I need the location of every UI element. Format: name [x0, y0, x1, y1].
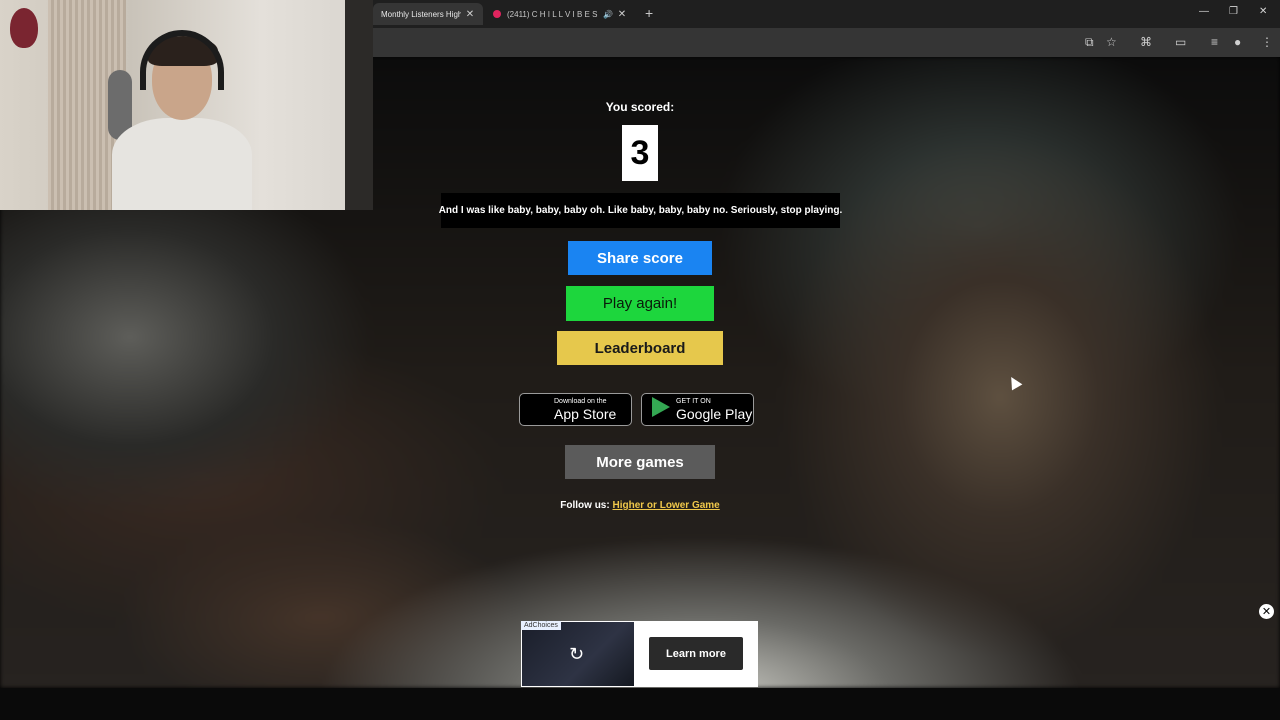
cast-icon[interactable]: ▭ — [1175, 35, 1186, 49]
audio-playing-icon[interactable]: 🔊 — [603, 10, 613, 19]
window-close-icon[interactable]: ✕ — [1259, 6, 1267, 17]
webcam-overlay — [0, 0, 373, 210]
restore-icon[interactable]: ❐ — [1229, 6, 1238, 17]
browser-toolbar: ⧉ ☆ ⌘ ▭ ≡ ● ⋮ — [373, 28, 1280, 57]
follow-us: Follow us: Higher or Lower Game — [540, 500, 740, 511]
tab-title: Monthly Listeners High — [381, 9, 461, 19]
more-games-button[interactable]: More games — [565, 445, 715, 479]
share-score-button[interactable]: Share score — [568, 241, 712, 275]
youtube-icon — [493, 10, 501, 18]
google-play-small: GET IT ON — [676, 397, 711, 405]
app-store-badge[interactable]: Download on the App Store — [519, 393, 632, 426]
menu-icon[interactable]: ⋮ — [1261, 35, 1273, 49]
tab-close-icon[interactable]: ✕ — [465, 9, 475, 20]
taskbar-strip — [0, 688, 1280, 720]
score-value: 3 — [622, 125, 658, 181]
streamer-body — [112, 118, 252, 210]
app-store-big: App Store — [554, 405, 617, 422]
ad-video-thumbnail[interactable]: ↻ — [522, 622, 634, 686]
ad-close-icon[interactable]: ✕ — [1259, 604, 1274, 619]
bookmark-star-icon[interactable]: ☆ — [1106, 35, 1117, 49]
tab-monthly-listeners[interactable]: Monthly Listeners High ✕ — [373, 3, 483, 25]
profile-icon[interactable]: ● — [1234, 35, 1241, 49]
google-play-big: Google Play — [676, 405, 753, 422]
follow-label: Follow us: — [560, 500, 610, 511]
webcam-frame — [345, 0, 373, 210]
google-play-icon — [650, 397, 672, 422]
replay-icon[interactable]: ↻ — [569, 644, 584, 665]
ad-banner[interactable]: ↻ AdChoices Learn more — [521, 621, 758, 687]
follow-link[interactable]: Higher or Lower Game — [612, 500, 719, 511]
minimize-icon[interactable]: — — [1199, 6, 1209, 17]
tab-chillvibes[interactable]: (2411) C H I L L V I B E S | C 🔊 ✕ — [485, 3, 635, 25]
learn-more-button[interactable]: Learn more — [649, 637, 743, 670]
tab-close-icon[interactable]: ✕ — [617, 9, 627, 20]
browser-tab-bar: Monthly Listeners High ✕ (2411) C H I L … — [373, 0, 1280, 28]
leaderboard-button[interactable]: Leaderboard — [557, 331, 723, 365]
ad-choices-label[interactable]: AdChoices — [521, 621, 561, 630]
new-tab-icon[interactable]: + — [645, 5, 653, 21]
logo-icon — [10, 8, 38, 48]
google-play-badge[interactable]: GET IT ON Google Play — [641, 393, 754, 426]
extensions-icon[interactable]: ⌘ — [1140, 35, 1152, 49]
app-store-small: Download on the — [554, 397, 607, 405]
result-quote: And I was like baby, baby, baby oh. Like… — [439, 193, 842, 228]
scored-label: You scored: — [605, 100, 675, 114]
translate-icon[interactable]: ⧉ — [1085, 35, 1094, 50]
media-icon[interactable]: ≡ — [1211, 35, 1218, 49]
play-again-button[interactable]: Play again! — [566, 286, 714, 321]
headphones-icon — [140, 30, 224, 90]
tab-title: (2411) C H I L L V I B E S | C — [507, 9, 599, 19]
